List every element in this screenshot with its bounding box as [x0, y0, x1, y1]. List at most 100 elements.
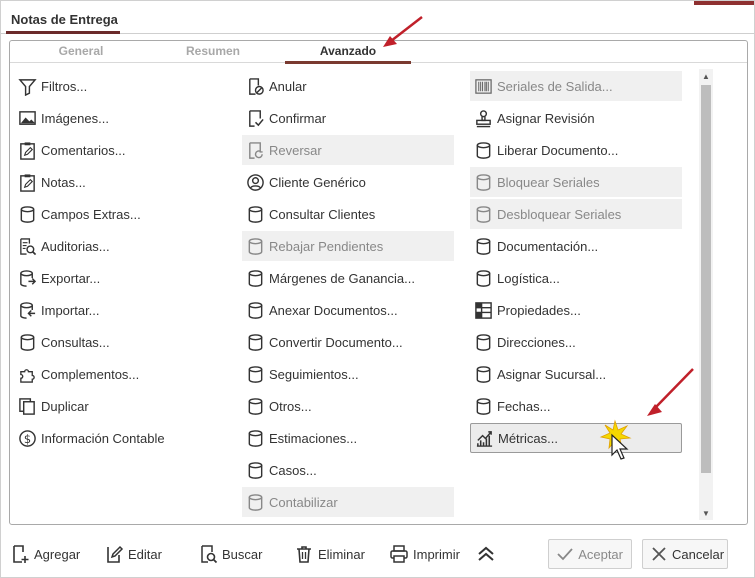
- option-label: Asignar Sucursal...: [497, 366, 607, 382]
- option-label: Importar...: [41, 302, 100, 318]
- option-label: Bloquear Seriales: [497, 174, 600, 190]
- option-anexar-documentos[interactable]: Anexar Documentos...: [242, 295, 454, 325]
- option-label: Exportar...: [41, 270, 101, 286]
- option-campos-extras[interactable]: Campos Extras...: [14, 199, 229, 229]
- titlebar-accent: [694, 1, 754, 5]
- option-logistica[interactable]: Logística...: [470, 263, 682, 293]
- option-label: Comentarios...: [41, 142, 126, 158]
- clipboard-edit-icon: [16, 171, 38, 193]
- option-cliente-generico[interactable]: Cliente Genérico: [242, 167, 454, 197]
- option-reversar: Reversar: [242, 135, 454, 165]
- option-label: Fechas...: [497, 398, 551, 414]
- database-icon: [244, 395, 266, 417]
- selected-tab-indicator: [285, 61, 411, 64]
- option-label: Propiedades...: [497, 302, 581, 318]
- scroll-down-icon[interactable]: ▼: [699, 506, 713, 520]
- option-imagenes[interactable]: Imágenes...: [14, 103, 229, 133]
- database-icon: [472, 139, 494, 161]
- option-label: Consultas...: [41, 334, 110, 350]
- printer-icon: [388, 543, 410, 565]
- database-icon: [472, 363, 494, 385]
- option-auditorias[interactable]: Auditorias...: [14, 231, 229, 261]
- option-consultar-clientes[interactable]: Consultar Clientes: [242, 199, 454, 229]
- option-complementos[interactable]: Complementos...: [14, 359, 229, 389]
- options-column-2: Anular Confirmar Reversar Cliente Genérico C…: [242, 71, 454, 519]
- accept-button-label: Aceptar: [578, 546, 623, 562]
- database-icon: [472, 267, 494, 289]
- option-margenes-de-ganancia[interactable]: Márgenes de Ganancia...: [242, 263, 454, 293]
- option-duplicar[interactable]: Duplicar: [14, 391, 229, 421]
- add-button[interactable]: Agregar: [9, 539, 80, 569]
- tab-general[interactable]: General: [53, 44, 109, 58]
- database-icon: [472, 331, 494, 353]
- add-button-label: Agregar: [34, 546, 81, 562]
- user-circle-icon: [244, 171, 266, 193]
- scrollbar-thumb[interactable]: [701, 85, 711, 473]
- database-export-icon: [16, 267, 38, 289]
- option-label: Convertir Documento...: [269, 334, 403, 350]
- option-filtros[interactable]: Filtros...: [14, 71, 229, 101]
- barcode-icon: [472, 75, 494, 97]
- option-label: Filtros...: [41, 78, 88, 94]
- option-otros[interactable]: Otros...: [242, 391, 454, 421]
- trash-icon: [293, 543, 315, 565]
- option-propiedades[interactable]: Propiedades...: [470, 295, 682, 325]
- option-estimaciones[interactable]: Estimaciones...: [242, 423, 454, 453]
- print-button[interactable]: Imprimir: [388, 539, 460, 569]
- scroll-up-icon[interactable]: ▲: [699, 69, 713, 83]
- database-icon: [472, 171, 494, 193]
- vertical-scrollbar[interactable]: ▲ ▼: [699, 69, 713, 520]
- option-informacion-contable[interactable]: $ Información Contable: [14, 423, 229, 453]
- option-exportar[interactable]: Exportar...: [14, 263, 229, 293]
- option-label: Cliente Genérico: [269, 174, 366, 190]
- option-label: Campos Extras...: [41, 206, 141, 222]
- annotation-arrow-metricas: [647, 368, 694, 416]
- document-undo-icon: [244, 139, 266, 161]
- svg-text:$: $: [23, 431, 30, 445]
- edit-button[interactable]: Editar: [103, 539, 162, 569]
- window-title: Notas de Entrega: [11, 12, 118, 27]
- option-seguimientos[interactable]: Seguimientos...: [242, 359, 454, 389]
- trending-chart-icon: [473, 427, 495, 449]
- option-importar[interactable]: Importar...: [14, 295, 229, 325]
- search-button[interactable]: Buscar: [197, 539, 262, 569]
- option-comentarios[interactable]: Comentarios...: [14, 135, 229, 165]
- add-document-icon: [9, 543, 31, 565]
- click-cursor-icon: [599, 419, 632, 460]
- option-rebajar-pendientes: Rebajar Pendientes: [242, 231, 454, 261]
- annotation-arrow-tab: [383, 16, 423, 47]
- option-asignar-revision[interactable]: Asignar Revisión: [470, 103, 682, 133]
- option-consultas[interactable]: Consultas...: [14, 327, 229, 357]
- option-anular[interactable]: Anular: [242, 71, 454, 101]
- delete-button-label: Eliminar: [318, 546, 365, 562]
- option-label: Anular: [269, 78, 307, 94]
- edit-document-icon: [103, 543, 125, 565]
- cancel-button[interactable]: Cancelar: [642, 539, 728, 569]
- bottom-toolbar: Agregar Editar Buscar Eliminar Imprimir: [1, 535, 755, 575]
- database-icon: [244, 235, 266, 257]
- stamp-icon: [472, 107, 494, 129]
- accept-button[interactable]: Aceptar: [548, 539, 632, 569]
- database-icon: [472, 203, 494, 225]
- delete-button[interactable]: Eliminar: [293, 539, 365, 569]
- option-casos[interactable]: Casos...: [242, 455, 454, 485]
- collapse-toolbar-button[interactable]: [475, 539, 500, 569]
- option-label: Confirmar: [269, 110, 327, 126]
- option-confirmar[interactable]: Confirmar: [242, 103, 454, 133]
- double-chevron-up-icon: [475, 543, 497, 565]
- option-documentacion[interactable]: Documentación...: [470, 231, 682, 261]
- database-import-icon: [16, 299, 38, 321]
- print-button-label: Imprimir: [413, 546, 460, 562]
- database-icon: [244, 491, 266, 513]
- option-metricas[interactable]: Métricas...: [470, 423, 682, 453]
- option-notas[interactable]: Notas...: [14, 167, 229, 197]
- window-titlebar: Notas de Entrega: [1, 1, 754, 34]
- option-liberar-documento[interactable]: Liberar Documento...: [470, 135, 682, 165]
- option-direcciones[interactable]: Direcciones...: [470, 327, 682, 357]
- option-convertir-documento[interactable]: Convertir Documento...: [242, 327, 454, 357]
- database-icon: [244, 267, 266, 289]
- tab-resumen[interactable]: Resumen: [182, 44, 244, 58]
- properties-grid-icon: [472, 299, 494, 321]
- search-button-label: Buscar: [222, 546, 263, 562]
- dollar-circle-icon: $: [16, 427, 38, 449]
